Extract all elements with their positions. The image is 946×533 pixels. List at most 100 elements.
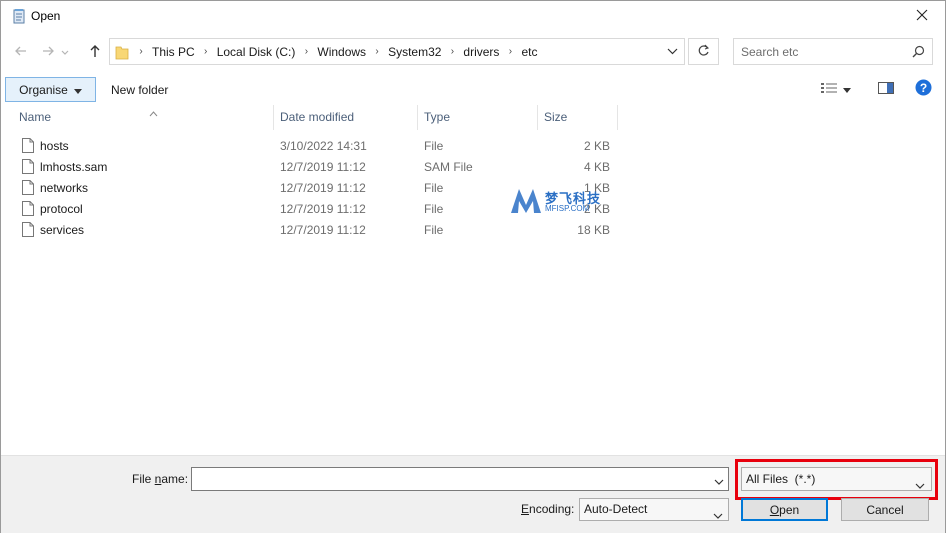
help-icon: ? — [915, 79, 932, 99]
command-bar: Organise New folder ? — [1, 73, 945, 105]
open-dialog: Open › This PC › Local Disk (C:) › Windo… — [0, 0, 946, 533]
breadcrumb-etc[interactable]: etc — [517, 45, 541, 59]
file-type: File — [424, 202, 444, 216]
breadcrumb-local-disk[interactable]: Local Disk (C:) — [213, 45, 300, 59]
preview-pane-icon — [878, 81, 894, 97]
caret-down-icon — [73, 83, 82, 97]
file-row-lmhosts[interactable]: lmhosts.sam 12/7/2019 11:12 SAM File 4 K… — [1, 157, 621, 178]
chevron-right-icon[interactable]: › — [370, 46, 384, 57]
watermark-logo-icon — [509, 187, 543, 218]
file-icon — [22, 222, 34, 240]
preview-pane-button[interactable] — [875, 79, 897, 99]
open-button[interactable]: Open — [741, 498, 828, 521]
chevron-right-icon[interactable]: › — [134, 46, 148, 57]
encoding-value: Auto-Detect — [584, 502, 648, 516]
column-name-label: Name — [19, 110, 52, 124]
file-type: File — [424, 139, 444, 153]
search-box[interactable] — [733, 38, 933, 65]
file-type-filter-select[interactable]: All Files (*.*) — [741, 467, 932, 491]
column-header-size[interactable]: Size — [538, 105, 618, 130]
back-button[interactable] — [10, 41, 32, 63]
file-date: 12/7/2019 11:12 — [280, 181, 366, 195]
file-row-services[interactable]: services 12/7/2019 11:12 File 18 KB — [1, 220, 621, 241]
chevron-down-icon — [713, 506, 723, 527]
recent-locations-button[interactable] — [58, 41, 72, 63]
folder-icon — [115, 44, 129, 63]
file-size: 18 KB — [577, 223, 610, 237]
file-date: 3/10/2022 14:31 — [280, 139, 367, 153]
close-button[interactable] — [899, 1, 945, 32]
address-bar[interactable]: › This PC › Local Disk (C:) › Windows › … — [109, 38, 685, 65]
forward-button[interactable] — [37, 41, 59, 63]
bottom-panel: File name: All Files (*.*) Encoding: Aut… — [1, 455, 945, 533]
details-view-icon — [821, 82, 837, 97]
file-type: File — [424, 223, 444, 237]
file-icon — [22, 180, 34, 198]
window-title: Open — [31, 9, 61, 23]
search-icon[interactable] — [912, 45, 925, 61]
column-header-type[interactable]: Type — [418, 105, 538, 130]
chevron-right-icon[interactable]: › — [299, 46, 313, 57]
organise-label: Organise — [19, 82, 68, 97]
arrow-up-icon — [88, 44, 102, 61]
close-icon — [916, 9, 928, 24]
caret-down-icon — [843, 82, 851, 96]
column-size-label: Size — [544, 110, 568, 124]
change-view-button[interactable] — [821, 79, 863, 99]
file-size: 4 KB — [583, 160, 610, 174]
chevron-down-icon — [61, 45, 69, 59]
notepad-icon — [11, 8, 27, 24]
up-button[interactable] — [84, 41, 106, 63]
breadcrumb-system32[interactable]: System32 — [384, 45, 445, 59]
file-name-combobox[interactable] — [191, 467, 729, 491]
file-date: 12/7/2019 11:12 — [280, 202, 366, 216]
file-icon — [22, 138, 34, 156]
organise-button[interactable]: Organise — [5, 77, 96, 102]
breadcrumb-this-pc[interactable]: This PC — [148, 45, 199, 59]
refresh-icon — [697, 44, 710, 60]
file-size: 2 KB — [583, 139, 610, 153]
file-name: protocol — [40, 202, 83, 216]
arrow-left-icon — [14, 44, 28, 61]
file-date: 12/7/2019 11:12 — [280, 160, 366, 174]
breadcrumb-windows[interactable]: Windows — [313, 45, 370, 59]
file-name: hosts — [40, 139, 69, 153]
file-type: SAM File — [424, 160, 473, 174]
file-icon — [22, 201, 34, 219]
file-name: networks — [40, 181, 89, 195]
title-bar: Open — [1, 1, 945, 32]
refresh-button[interactable] — [688, 38, 719, 65]
svg-text:?: ? — [919, 81, 926, 95]
file-type-filter-value: All Files (*.*) — [746, 472, 816, 486]
encoding-label: Encoding: — [521, 502, 575, 516]
chevron-right-icon[interactable]: › — [199, 46, 213, 57]
file-name: services — [40, 223, 85, 237]
cancel-button[interactable]: Cancel — [841, 498, 929, 521]
chevron-right-icon[interactable]: › — [503, 46, 517, 57]
breadcrumb-drivers[interactable]: drivers — [459, 45, 503, 59]
chevron-down-icon[interactable] — [714, 475, 724, 489]
sort-ascending-icon — [149, 102, 158, 127]
watermark-subtext: MFISP.COM — [545, 204, 590, 213]
search-input[interactable] — [734, 39, 904, 64]
encoding-select[interactable]: Auto-Detect — [579, 498, 729, 521]
file-type: File — [424, 181, 444, 195]
file-name-input[interactable] — [192, 468, 706, 490]
watermark: 梦飞科技 MFISP.COM — [509, 187, 619, 217]
file-name: lmhosts.sam — [40, 160, 108, 174]
arrow-right-icon — [41, 44, 55, 61]
column-headers: Name Date modified Type Size — [1, 105, 945, 130]
file-date: 12/7/2019 11:12 — [280, 223, 366, 237]
column-header-name[interactable]: Name — [13, 105, 274, 130]
file-name-label: File name: — [132, 472, 189, 486]
chevron-right-icon[interactable]: › — [445, 46, 459, 57]
file-icon — [22, 159, 34, 177]
address-history-dropdown[interactable] — [667, 45, 678, 60]
column-header-date[interactable]: Date modified — [274, 105, 418, 130]
new-folder-button[interactable]: New folder — [105, 77, 174, 102]
help-button[interactable]: ? — [913, 79, 933, 99]
breadcrumb: › This PC › Local Disk (C:) › Windows › … — [134, 39, 541, 64]
column-date-label: Date modified — [280, 110, 355, 124]
column-type-label: Type — [424, 110, 451, 124]
file-row-hosts[interactable]: hosts 3/10/2022 14:31 File 2 KB — [1, 136, 621, 157]
